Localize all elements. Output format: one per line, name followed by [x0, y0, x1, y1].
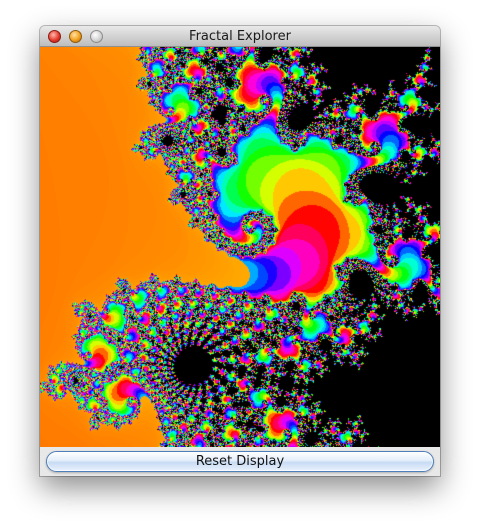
- button-bar: Reset Display: [40, 447, 440, 476]
- app-window: Fractal Explorer Reset Display: [40, 26, 440, 476]
- screen: Fractal Explorer Reset Display: [0, 0, 480, 531]
- reset-display-button[interactable]: Reset Display: [46, 451, 434, 472]
- title-bar[interactable]: Fractal Explorer: [40, 26, 440, 47]
- window-title: Fractal Explorer: [189, 29, 291, 44]
- fractal-canvas[interactable]: [40, 47, 440, 447]
